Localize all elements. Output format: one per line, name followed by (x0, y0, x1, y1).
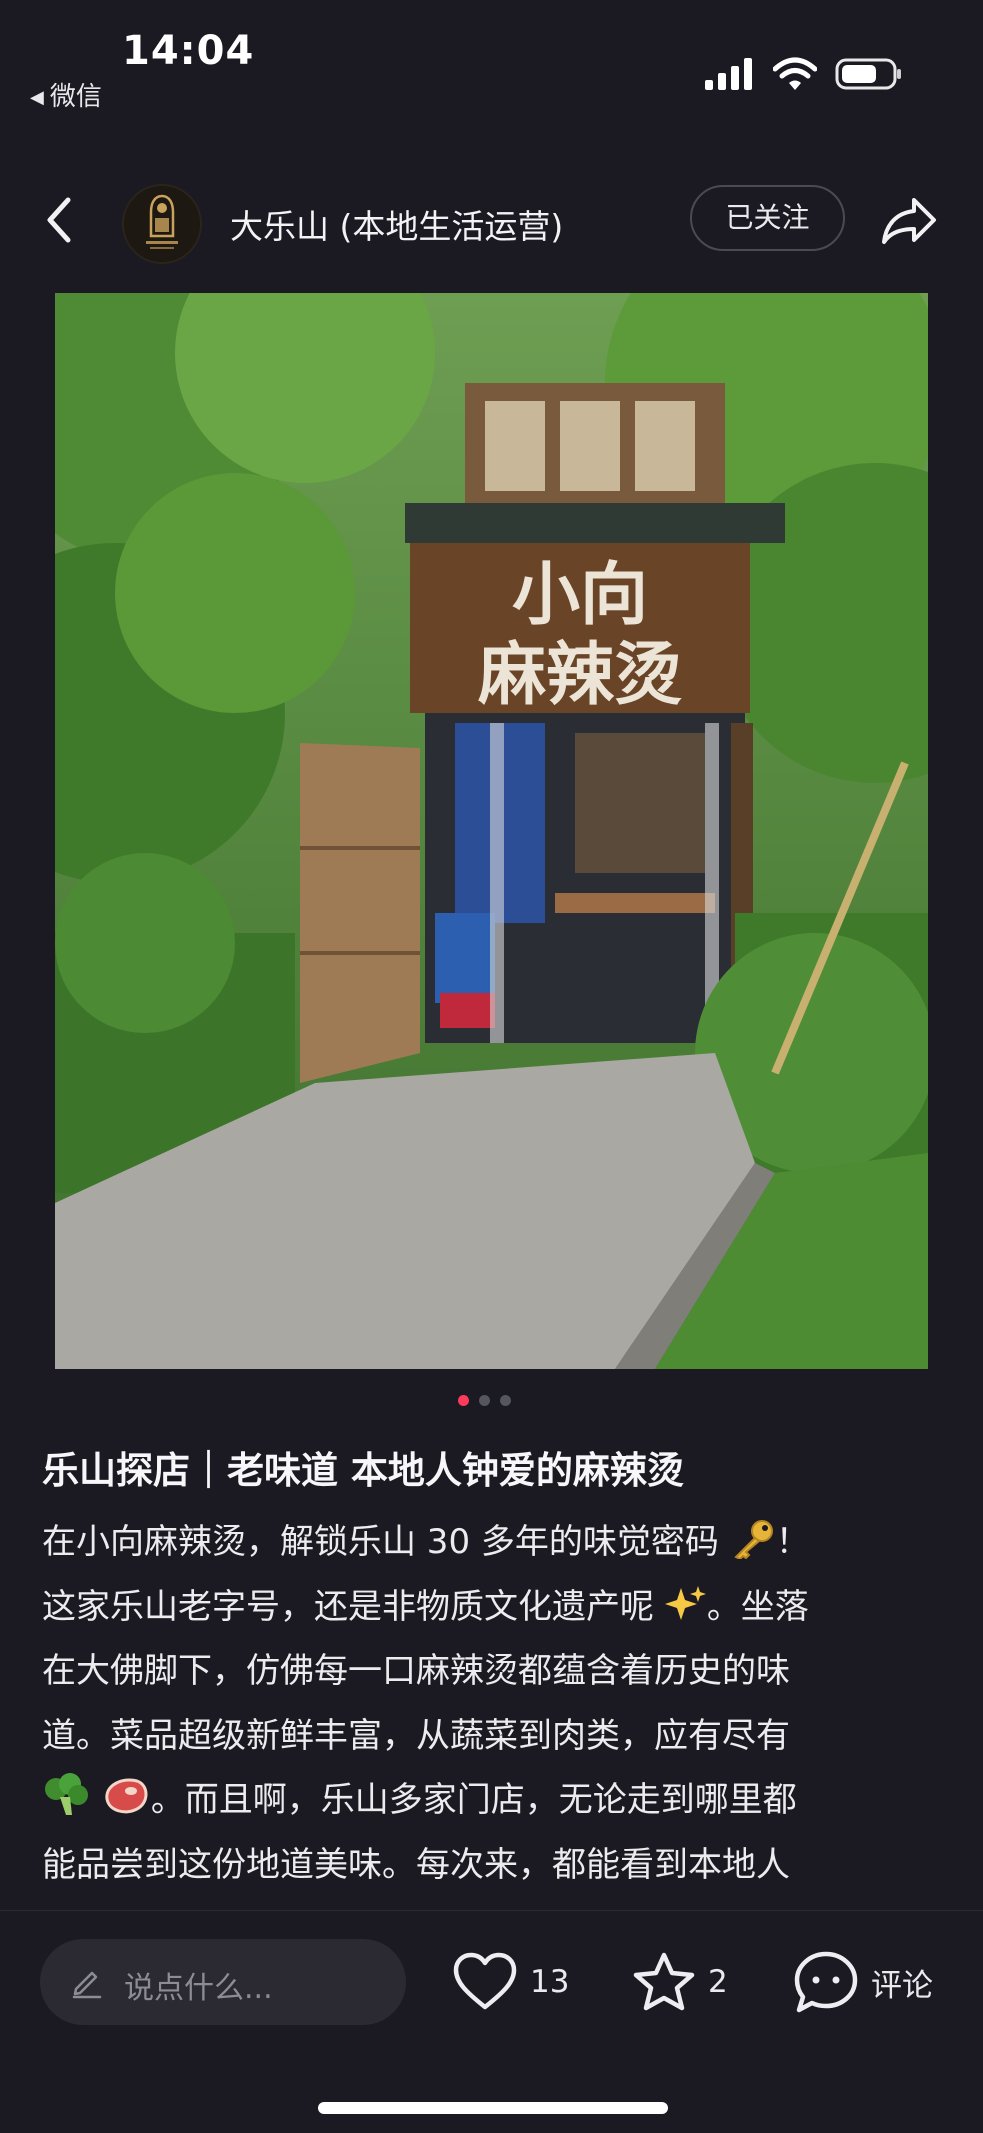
share-icon[interactable] (880, 192, 940, 248)
nav-bar: 大乐山 (本地生活运营) 已关注 (0, 170, 983, 270)
carousel-dot (500, 1395, 511, 1406)
home-indicator[interactable] (318, 2102, 668, 2114)
heart-icon (453, 1952, 517, 2010)
post-line: 道。菜品超级新鲜丰富，从蔬菜到肉类，应有尽有 (42, 1715, 790, 1756)
post-title: 乐山探店｜老味道 本地人钟爱的麻辣烫 (42, 1449, 684, 1492)
like-count: 13 (530, 1964, 570, 2000)
pencil-icon (72, 1971, 102, 1999)
star-icon (633, 1952, 695, 2011)
favorite-button[interactable]: 2 (632, 1949, 728, 2015)
post-line: 在大佛脚下，仿佛每一口麻辣烫都蕴含着历史的味 (42, 1651, 790, 1692)
follow-button[interactable]: 已关注 (690, 185, 845, 251)
buddha-logo-icon (124, 186, 200, 262)
comment-bubble-icon (794, 1951, 858, 2013)
broccoli-emoji-icon (45, 1773, 88, 1816)
comment-label: 评论 (871, 1967, 933, 2004)
carousel-dot (479, 1395, 490, 1406)
account-avatar[interactable] (122, 184, 202, 264)
back-arrow-icon[interactable] (40, 192, 80, 248)
restaurant-entrance-photo: 小向 麻辣烫 (55, 293, 928, 1369)
carousel-dot-active (458, 1395, 469, 1406)
account-name[interactable]: 大乐山 (本地生活运营) (230, 200, 563, 248)
status-time: 14:04 (122, 28, 255, 74)
back-triangle-icon: ◀ (30, 87, 44, 108)
sign-line2: 麻辣烫 (478, 636, 682, 715)
like-button[interactable]: 13 (452, 1949, 569, 2015)
status-icons (705, 56, 903, 92)
favorite-count: 2 (708, 1964, 728, 2000)
comment-placeholder: 说点什么... (124, 1971, 273, 2006)
post-line: 。而且啊，乐山多家门店，无论走到哪里都 (42, 1768, 942, 1833)
post-line: 在小向麻辣烫，解锁乐山 30 多年的味觉密码 ！ (42, 1510, 942, 1575)
wifi-icon (773, 57, 817, 90)
carousel-indicator (458, 1395, 511, 1406)
comment-input[interactable]: 说点什么... (40, 1939, 406, 2025)
key-emoji-icon (734, 1520, 773, 1559)
post-photo[interactable]: 小向 麻辣烫 (55, 293, 928, 1369)
post-line: 能品尝到这份地道美味。每次来，都能看到本地人 (42, 1844, 790, 1885)
sign-line1: 小向 (512, 556, 648, 635)
back-app-label: 微信 (49, 82, 102, 112)
cellular-signal-icon (705, 58, 752, 90)
bottom-bar: 说点什么... 13 2 评论 (0, 1910, 983, 2133)
post-body: 在小向麻辣烫，解锁乐山 30 多年的味觉密码 ！ 这家乐山老字号，还是非物质文化… (42, 1510, 942, 1910)
battery-icon (835, 58, 901, 90)
sparkles-emoji-icon (664, 1585, 706, 1620)
status-bar: 14:04 ◀ 微信 (0, 0, 983, 113)
post-line: 这家乐山老字号，还是非物质文化遗产呢 。坐落 (42, 1575, 942, 1640)
back-to-wechat-link[interactable]: ◀ 微信 (30, 76, 102, 113)
meat-emoji-icon (105, 1778, 148, 1814)
comment-button[interactable]: 评论 (793, 1949, 933, 2015)
